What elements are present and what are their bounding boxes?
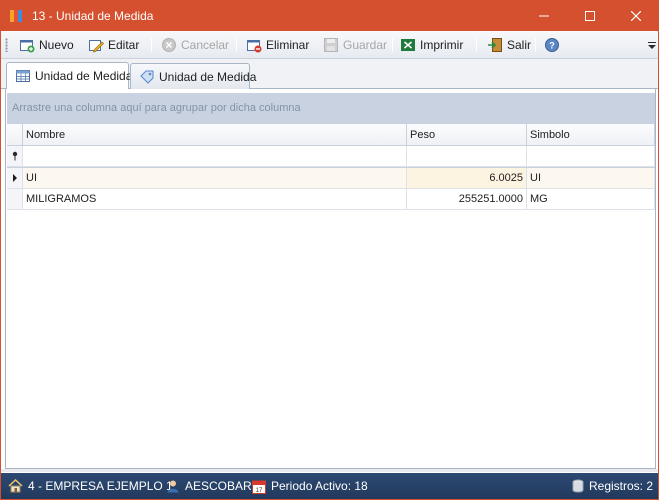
cell-nombre[interactable]: UI [23,168,407,189]
close-button[interactable] [613,1,659,31]
toolbar-separator [392,38,393,52]
cell-peso[interactable]: 6.0025 [407,168,527,189]
pin-icon [12,151,17,161]
tag-icon [139,69,155,85]
user-icon [167,480,179,493]
edit-label: Editar [108,38,140,52]
toolbar-overflow-icon[interactable] [648,45,656,49]
print-button[interactable]: Imprimir [400,35,463,55]
app-color-bars-icon [10,10,23,22]
status-period-label: Periodo Activo: 18 [271,479,368,493]
status-period: 17 Periodo Activo: 18 [252,478,368,494]
toolbar-separator [151,38,152,52]
column-header-nombre[interactable]: Nombre [23,124,407,146]
toolbar-separator [236,38,237,52]
row-indicator [7,189,23,210]
new-document-icon [19,37,35,53]
table-icon [15,68,31,84]
column-header-simbolo[interactable]: Simbolo [527,124,655,146]
exit-door-icon [487,37,503,53]
status-records: Registros: 2 [572,478,653,494]
status-bar: 4 - EMPRESA EJEMPLO 1 AESCOBAR 17 Period… [1,473,658,499]
edit-pencil-icon [88,37,104,53]
toolbar-grip[interactable] [5,38,8,52]
filter-row-indicator [7,146,23,167]
window-title: 13 - Unidad de Medida [32,9,154,23]
delete-label: Eliminar [266,38,310,52]
maximize-button[interactable] [567,1,613,31]
row-pointer-icon [12,174,17,182]
edit-button[interactable]: Editar [88,35,139,55]
toolbar-separator [476,38,477,52]
row-indicator [7,168,23,189]
tab-unidad-de-medida[interactable]: Unidad de Medida [6,62,133,89]
new-button[interactable]: Nuevo [19,35,74,55]
calendar-icon: 17 [252,480,266,494]
cancel-circle-icon [161,37,177,53]
print-label: Imprimir [420,38,464,52]
bottom-divider [1,469,658,472]
new-label: Nuevo [39,38,74,52]
cell-simbolo[interactable]: MG [527,189,655,210]
status-records-label: Registros: 2 [589,479,654,493]
save-label: Guardar [343,38,388,52]
grid-panel: Arrastre una columna aquí para agrupar p… [5,89,656,469]
cancel-button[interactable]: Cancelar [161,35,229,55]
status-user: AESCOBAR [166,478,252,494]
svg-text:?: ? [549,41,555,51]
filter-simbolo-input[interactable] [527,146,655,167]
filter-peso-input[interactable] [407,146,527,167]
status-company-label: 4 - EMPRESA EJEMPLO 1 [28,479,173,493]
save-disk-icon [323,37,339,53]
toolbar-separator [535,38,536,52]
svg-text:17: 17 [256,488,263,494]
table-row[interactable]: MILIGRAMOS 255251.0000 MG [7,189,655,210]
delete-button[interactable]: Eliminar [246,35,309,55]
database-icon [572,479,584,493]
exit-button[interactable]: Salir [487,35,531,55]
exit-label: Salir [507,38,532,52]
minimize-icon [539,15,549,17]
toolbar: Nuevo Editar Cancelar Eliminar Guardar I… [1,31,658,59]
cell-simbolo[interactable]: UI [527,168,655,189]
status-user-label: AESCOBAR [185,479,252,493]
status-company: 4 - EMPRESA EJEMPLO 1 [8,478,173,494]
help-icon: ? [544,37,560,53]
tab-unidad-de-medida-detalle[interactable]: Unidad de Medida [130,63,256,89]
cancel-label: Cancelar [181,38,230,52]
grid-header-row: Nombre Peso Simbolo [7,124,655,146]
title-bar[interactable]: 13 - Unidad de Medida [1,1,658,31]
delete-document-icon [246,37,262,53]
maximize-icon [585,11,595,21]
tab-strip: Unidad de Medida Unidad de Medida [1,59,658,89]
excel-print-icon [400,37,416,53]
column-header-peso[interactable]: Peso [407,124,527,146]
minimize-button[interactable] [521,1,567,31]
group-by-panel[interactable]: Arrastre una columna aquí para agrupar p… [7,93,655,124]
tab-label: Unidad de Medida [159,69,257,84]
toolbar-overflow-bar [648,42,656,43]
filter-row [7,146,655,168]
help-button[interactable]: ? [544,35,560,55]
table-row[interactable]: UI 6.0025 UI [7,168,655,189]
tab-label: Unidad de Medida [35,69,133,83]
filter-nombre-input[interactable] [23,146,407,167]
home-icon [8,479,23,493]
cell-peso[interactable]: 255251.0000 [407,189,527,210]
close-icon [631,11,641,21]
cell-nombre[interactable]: MILIGRAMOS [23,189,407,210]
save-button[interactable]: Guardar [323,35,387,55]
main-window: 13 - Unidad de Medida Nuevo Editar Cance… [0,0,659,500]
header-indicator-cell [7,124,23,146]
